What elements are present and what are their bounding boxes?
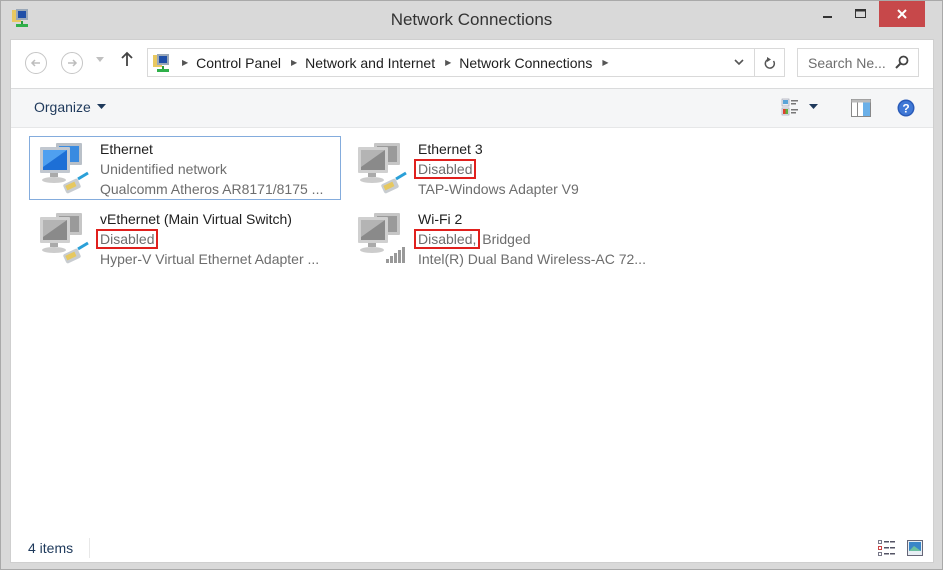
change-view-icon [781, 98, 798, 116]
breadcrumb-separator-icon[interactable]: ▶ [182, 58, 188, 67]
caret-down-icon [809, 104, 818, 109]
status-bar-divider [89, 538, 90, 558]
back-arrow-icon [30, 59, 40, 67]
up-button[interactable] [121, 51, 133, 72]
details-view-icon [878, 540, 895, 556]
connection-device: Intel(R) Dual Band Wireless-AC 72... [418, 251, 646, 267]
refresh-button[interactable] [754, 49, 784, 76]
disabled-status-highlight: Disabled [95, 229, 159, 249]
connection-item-vethernet[interactable]: vEthernet (Main Virtual Switch) Disabled… [29, 206, 341, 270]
connection-details: vEthernet (Main Virtual Switch) Disabled… [95, 209, 320, 269]
up-arrow-icon [121, 51, 133, 66]
connection-status: Unidentified network [100, 161, 227, 177]
explorer-client-area: ▶ Control Panel ▶ Network and Internet ▶… [10, 39, 934, 563]
control-panel-icon [153, 53, 169, 72]
item-count: 4 items [28, 540, 74, 556]
details-view-button[interactable] [878, 540, 896, 560]
connection-details: Ethernet Unidentified network Qualcomm A… [100, 139, 323, 199]
organize-button[interactable]: Organize [34, 99, 106, 115]
recent-locations-button[interactable] [96, 55, 104, 66]
back-button[interactable] [25, 52, 47, 74]
preview-pane-icon [851, 99, 871, 117]
address-bar[interactable]: ▶ Control Panel ▶ Network and Internet ▶… [147, 48, 785, 77]
large-icons-view-button[interactable] [907, 540, 923, 560]
close-icon [897, 9, 907, 19]
connection-name: Ethernet 3 [418, 141, 483, 157]
connection-name: Ethernet [100, 141, 153, 157]
refresh-icon [764, 56, 775, 69]
maximize-button[interactable] [846, 1, 876, 27]
connection-item-wifi-2[interactable]: Wi-Fi 2 Disabled, Bridged Intel(R) Dual … [347, 206, 659, 270]
forward-arrow-icon [68, 59, 78, 67]
connection-item-ethernet[interactable]: Ethernet Unidentified network Qualcomm A… [29, 136, 341, 200]
minimize-button[interactable] [813, 1, 843, 27]
connection-device: Hyper-V Virtual Ethernet Adapter ... [100, 251, 320, 267]
connection-status: Disabled [413, 159, 579, 179]
window-title: Network Connections [390, 10, 553, 29]
connection-device: TAP-Windows Adapter V9 [418, 181, 579, 197]
breadcrumb-separator-icon[interactable]: ▶ [602, 58, 608, 67]
connection-details: Wi-Fi 2 Disabled, Bridged Intel(R) Dual … [413, 209, 646, 269]
breadcrumb-control-panel[interactable]: Control Panel [196, 55, 281, 71]
connection-name: vEthernet (Main Virtual Switch) [100, 211, 292, 227]
chevron-down-icon [734, 59, 744, 66]
disabled-status-highlight: Disabled, [413, 229, 481, 249]
breadcrumb-network-and-internet[interactable]: Network and Internet [305, 55, 435, 71]
svg-text:?: ? [902, 102, 909, 116]
help-button[interactable]: ? [897, 99, 915, 121]
command-bar: Organize ? [11, 88, 933, 128]
navigation-bar: ▶ Control Panel ▶ Network and Internet ▶… [11, 40, 933, 88]
breadcrumb-separator-icon[interactable]: ▶ [291, 58, 297, 67]
large-icons-view-icon [907, 540, 923, 556]
chevron-down-icon [96, 57, 104, 62]
forward-button[interactable] [61, 52, 83, 74]
search-box[interactable]: Search Ne... [797, 48, 919, 77]
help-icon: ? [897, 99, 915, 117]
connection-item-ethernet-3[interactable]: Ethernet 3 Disabled TAP-Windows Adapter … [347, 136, 659, 200]
change-view-button[interactable] [781, 98, 818, 116]
wired-network-adapter-icon [40, 143, 89, 194]
connection-status: Disabled, Bridged [413, 229, 646, 249]
title-bar[interactable]: Network Connections [1, 1, 942, 39]
breadcrumb-network-connections[interactable]: Network Connections [459, 55, 592, 71]
search-icon[interactable] [894, 54, 910, 70]
connection-device: Qualcomm Atheros AR8171/8175 ... [100, 181, 324, 197]
close-button[interactable] [879, 1, 925, 27]
maximize-icon [855, 9, 866, 18]
disabled-status-highlight: Disabled [413, 159, 477, 179]
connection-status: Disabled [95, 229, 319, 249]
network-connections-window: Network Connections ▶ Control Panel ▶ Ne… [0, 0, 943, 570]
disabled-wired-network-adapter-icon [40, 213, 89, 264]
preview-pane-button[interactable] [851, 99, 871, 121]
bridged-status: Bridged [478, 231, 531, 247]
connection-name: Wi-Fi 2 [418, 211, 463, 227]
status-bar: 4 items [11, 534, 933, 562]
caret-down-icon [96, 104, 106, 109]
organize-label: Organize [34, 99, 91, 115]
disabled-wired-network-adapter-icon [358, 143, 407, 194]
minimize-icon [823, 16, 832, 18]
address-history-dropdown[interactable] [724, 49, 754, 76]
breadcrumb-separator-icon[interactable]: ▶ [445, 58, 451, 67]
connections-list: Ethernet Unidentified network Qualcomm A… [11, 128, 933, 528]
disabled-wireless-network-adapter-icon [358, 213, 405, 263]
search-input[interactable]: Search Ne... [808, 55, 886, 71]
connection-details: Ethernet 3 Disabled TAP-Windows Adapter … [413, 139, 579, 199]
